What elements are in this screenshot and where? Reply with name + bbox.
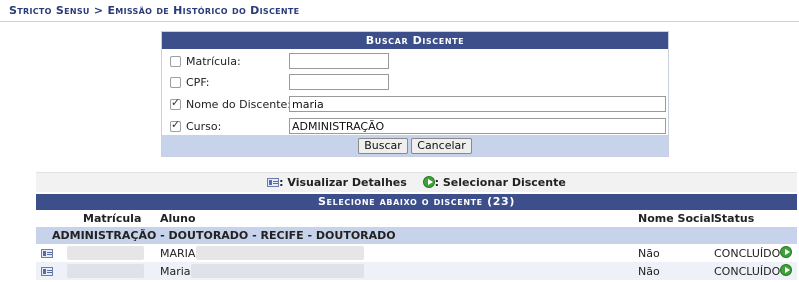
view-details-icon[interactable] (41, 249, 53, 258)
table-row: MARIA Não CONCLUÍDO (36, 244, 797, 262)
results-header-row: Matrícula Aluno Nome Social Status (36, 210, 797, 227)
breadcrumb: Stricto Sensu > Emissão de Histórico do … (9, 4, 300, 17)
curso-label: Curso: (186, 120, 222, 133)
results-title: Selecione abaixo o discente (23) (36, 194, 797, 210)
legend-visualizar: : Visualizar Detalhes (267, 173, 407, 193)
select-arrow-icon (422, 176, 435, 188)
col-header-matricula: Matrícula (83, 212, 142, 225)
table-row: Maria Não CONCLUÍDO (36, 262, 797, 280)
field-row-nome: Nome do Discente: (162, 94, 668, 116)
matricula-input[interactable] (289, 53, 389, 69)
col-header-status: Status (714, 212, 755, 225)
search-form-title: Buscar Discente (162, 32, 668, 49)
col-header-aluno: Aluno (160, 212, 196, 225)
icon-legend: : Visualizar Detalhes : Selecionar Disce… (36, 172, 797, 192)
col-header-nome-social: Nome Social (638, 212, 715, 225)
results-table: Selecione abaixo o discente (23) Matrícu… (36, 194, 797, 280)
matricula-checkbox[interactable] (170, 56, 181, 67)
cancelar-button[interactable]: Cancelar (411, 138, 472, 154)
nome-social-value: Não (638, 247, 660, 260)
redacted-matricula (67, 264, 144, 278)
legend-visualizar-label: : Visualizar Detalhes (279, 176, 407, 189)
legend-selecionar: : Selecionar Discente (422, 173, 566, 193)
status-value: CONCLUÍDO (714, 265, 781, 278)
matricula-label: Matrícula: (186, 55, 241, 68)
cpf-label: CPF: (186, 76, 210, 89)
details-card-icon (267, 178, 280, 187)
view-details-icon[interactable] (41, 267, 53, 276)
nome-discente-label: Nome do Discente: (186, 98, 291, 111)
search-form-footer: Buscar Cancelar (162, 135, 668, 156)
select-discente-icon[interactable] (780, 264, 792, 276)
nome-discente-input[interactable] (289, 96, 666, 112)
search-form: Buscar Discente Matrícula: CPF: Nome do … (161, 31, 669, 157)
legend-selecionar-label: : Selecionar Discente (434, 176, 566, 189)
cpf-checkbox[interactable] (170, 77, 181, 88)
nome-social-value: Não (638, 265, 660, 278)
curso-input[interactable] (289, 118, 666, 134)
aluno-name: Maria (160, 265, 191, 278)
buscar-button[interactable]: Buscar (358, 138, 408, 154)
field-row-cpf: CPF: (162, 72, 668, 94)
breadcrumb-divider (0, 21, 799, 22)
field-row-matricula: Matrícula: (162, 51, 668, 73)
select-discente-icon[interactable] (780, 246, 792, 258)
redacted-matricula (67, 246, 144, 260)
redacted-name (196, 246, 364, 260)
nome-discente-checkbox[interactable] (170, 96, 181, 110)
cpf-input[interactable] (289, 74, 389, 90)
status-value: CONCLUÍDO (714, 247, 781, 260)
curso-checkbox[interactable] (170, 118, 181, 132)
group-row: ADMINISTRAÇÃO - DOUTORADO - RECIFE - DOU… (36, 227, 797, 244)
redacted-name (191, 264, 364, 278)
aluno-name: MARIA (160, 247, 196, 260)
